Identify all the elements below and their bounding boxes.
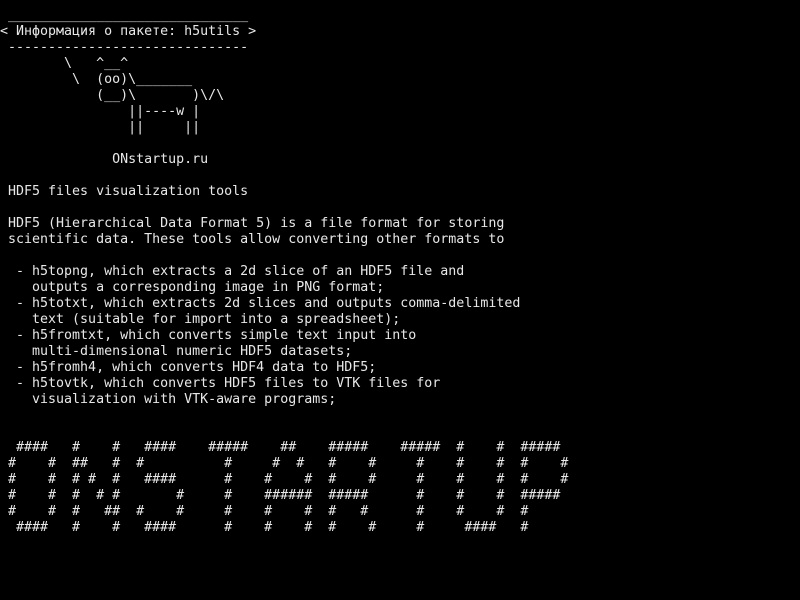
terminal-screen: ______________________________ < Информа… [0, 0, 800, 600]
cow-art-line-2: \ (oo)\_______ [0, 72, 193, 87]
cowsay-message: < Информация о пакете: h5utils > [0, 24, 257, 39]
tool-item-h5totxt-cont: text (suitable for import into a spreads… [0, 312, 401, 327]
banner-row-4: # # # # # # # ###### ##### # # # ##### [0, 488, 561, 503]
package-summary: HDF5 files visualization tools [0, 184, 249, 199]
description-line-1: HDF5 (Hierarchical Data Format 5) is a f… [0, 216, 505, 231]
banner-row-1: #### # # #### ##### ## ##### ##### # # #… [0, 440, 561, 455]
cow-art-line-5: || || [0, 120, 201, 135]
banner-row-3: # # # # # #### # # # # # # # # # # [0, 472, 569, 487]
cowsay-bottom-border: ------------------------------ [0, 40, 249, 55]
cow-art-line-3: (__)\ )\/\ [0, 88, 225, 103]
cow-art-line-4: ||----w | [0, 104, 201, 119]
signature-text: ONstartup.ru [0, 152, 209, 167]
tool-item-h5tovtk-cont: visualization with VTK-aware programs; [0, 392, 337, 407]
description-line-2: scientific data. These tools allow conve… [0, 232, 505, 247]
banner-row-2: # # ## # # # # # # # # # # # # [0, 456, 569, 471]
tool-item-h5topng: - h5topng, which extracts a 2d slice of … [0, 264, 465, 279]
cow-art-line-1: \ ^__^ [0, 56, 129, 71]
banner-row-5: # # # ## # # # # # # # # # # # [0, 504, 529, 519]
tool-item-h5fromtxt: - h5fromtxt, which converts simple text … [0, 328, 417, 343]
tool-item-h5tovtk: - h5tovtk, which converts HDF5 files to … [0, 376, 441, 391]
tool-item-h5totxt: - h5totxt, which extracts 2d slices and … [0, 296, 521, 311]
banner-row-6: #### # # #### # # # # # # #### # [0, 520, 529, 535]
tool-item-h5topng-cont: outputs a corresponding image in PNG for… [0, 280, 385, 295]
tool-item-h5fromtxt-cont: multi-dimensional numeric HDF5 datasets; [0, 344, 353, 359]
cowsay-top-border: ______________________________ [0, 8, 249, 23]
tool-item-h5fromh4: - h5fromh4, which converts HDF4 data to … [0, 360, 377, 375]
